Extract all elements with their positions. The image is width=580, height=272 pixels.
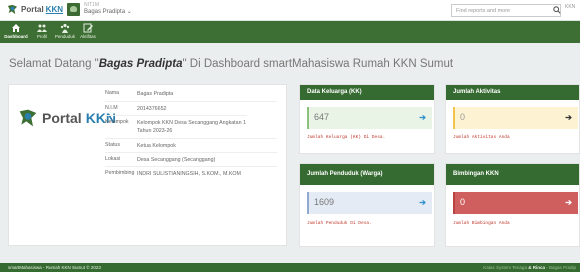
profile-value: 2014376652 xyxy=(137,106,167,112)
stat-bimbingan-title: Bimbingan KKN xyxy=(446,164,579,185)
avatar[interactable] xyxy=(67,3,80,16)
footer-credit: Katas System Tenaga & Rinca - Bagas Prad… xyxy=(483,265,576,270)
arrow-right-icon[interactable]: ➔ xyxy=(565,113,572,122)
profile-label: N.I.M xyxy=(105,105,118,111)
profile-row: Status Ketua Kelompok xyxy=(105,138,277,150)
footer: smartMahasiswa - Rumah KKN Sumut © 2023 … xyxy=(0,263,580,272)
profile-value: INDRI SULISTIANINGSIH, S.KOM., M.KOM xyxy=(137,171,241,177)
profile-row: Lokasi Desa Secanggang (Secanggang) xyxy=(105,152,277,164)
stat-keluarga-title: Data Keluarga (KK) xyxy=(300,85,434,100)
user-role: NIT1M xyxy=(84,2,99,8)
users-icon xyxy=(37,24,47,32)
stat-penduduk-value-box[interactable]: 1609 ➔ xyxy=(307,192,432,214)
profile-row: Nama Bagas Pradipta xyxy=(105,90,277,98)
nav-aktifitas[interactable]: Aktifitas xyxy=(77,21,99,43)
profile-value: Bagas Pradipta xyxy=(137,91,174,97)
logo-mark-icon xyxy=(7,4,18,15)
footer-copyright: smartMahasiswa - Rumah KKN Sumut © 2023 xyxy=(8,265,101,270)
stat-penduduk-title: Jumlah Penduduk (Warga) xyxy=(300,164,434,185)
footer-credit-suffix: - Bagas Pradip xyxy=(544,265,576,270)
nav-aktifitas-label: Aktifitas xyxy=(80,34,96,39)
footer-credit-prefix: Katas System Tenaga xyxy=(483,265,529,270)
stat-keluarga-card: Data Keluarga (KK) 647 ➔ Jumlah Keluarga… xyxy=(299,84,435,154)
profile-value: Kelompok KKN Desa Secanggang Angkatan 1 … xyxy=(137,120,246,134)
footer-credit-bold: & Rinca xyxy=(528,265,545,270)
stat-aktivitas-title: Jumlah Aktivitas xyxy=(446,85,579,100)
welcome-suffix: " Di Dashboard smartMahasiswa Rumah KKN … xyxy=(182,58,454,70)
profile-value: Ketua Kelompok xyxy=(137,143,176,149)
user-menu[interactable]: NIT1M Bagas Pradipta ⌄ xyxy=(84,2,132,16)
stat-penduduk-note: Jumlah Penduduk Di Desa. xyxy=(307,221,372,226)
edit-icon xyxy=(83,23,93,33)
stat-keluarga-value-box[interactable]: 647 ➔ xyxy=(307,107,432,129)
profile-brand-text: Portal xyxy=(42,110,82,126)
page-title: Selamat Datang "Bagas Pradipta" Di Dashb… xyxy=(9,58,453,70)
profile-row: Pembimbing INDRI SULISTIANINGSIH, S.KOM.… xyxy=(105,166,277,178)
people-icon xyxy=(60,23,70,33)
stat-penduduk-card: Jumlah Penduduk (Warga) 1609 ➔ Jumlah Pe… xyxy=(299,163,435,247)
profile-label: Kelompok xyxy=(105,119,129,125)
overflow-text: KKN xyxy=(565,4,576,10)
stat-bimbingan-value-box[interactable]: 0 ➔ xyxy=(453,192,578,214)
stat-keluarga-note: Jumlah Keluarga (KK) Di Desa. xyxy=(307,135,386,140)
profile-value: Desa Secanggang (Secanggang) xyxy=(137,157,216,163)
profile-row: Kelompok Kelompok KKN Desa Secanggang An… xyxy=(105,115,247,135)
brand-accent: KKN xyxy=(45,5,64,14)
portal-logo[interactable]: Portal KKN xyxy=(7,4,63,15)
profile-row: N.I.M 2014376652 xyxy=(105,101,277,113)
nav-dashboard-label: Dashboard xyxy=(4,34,28,39)
user-name: Bagas Pradipta ⌄ xyxy=(84,9,132,15)
stat-aktivitas-note: Jumlah Aktivitas Anda xyxy=(453,135,510,140)
stat-bimbingan-card: Bimbingan KKN 0 ➔ Jumlah Bimbingan Anda xyxy=(445,163,580,247)
stat-bimbingan-note: Jumlah Bimbingan Anda xyxy=(453,221,510,226)
main-nav: Dashboard Profil Penduduk Aktifitas xyxy=(0,21,580,43)
nav-penduduk[interactable]: Penduduk xyxy=(54,21,76,43)
nav-profil[interactable]: Profil xyxy=(31,21,53,43)
home-icon xyxy=(12,24,20,32)
nav-dashboard[interactable]: Dashboard xyxy=(2,21,30,43)
arrow-right-icon[interactable]: ➔ xyxy=(565,198,572,207)
arrow-right-icon[interactable]: ➔ xyxy=(419,198,426,207)
stat-aktivitas-card: Jumlah Aktivitas 0 ➔ Jumlah Aktivitas An… xyxy=(445,84,580,154)
nav-penduduk-label: Penduduk xyxy=(54,34,76,39)
welcome-name: Bagas Pradipta xyxy=(98,58,183,70)
profile-logo: Portal KKN xyxy=(18,108,116,128)
brand-text: Portal xyxy=(21,5,44,14)
stat-bimbingan-value: 0 xyxy=(460,197,466,207)
top-bar: Portal KKN NIT1M Bagas Pradipta ⌄ Find r… xyxy=(0,0,580,21)
arrow-right-icon[interactable]: ➔ xyxy=(419,113,426,122)
stat-aktivitas-value: 0 xyxy=(460,112,466,122)
logo-mark-icon xyxy=(19,109,37,127)
search-input[interactable]: Find reports and more xyxy=(451,4,561,17)
search-button[interactable] xyxy=(551,4,562,17)
stat-penduduk-value: 1609 xyxy=(314,197,335,207)
search-icon xyxy=(552,6,561,14)
stat-keluarga-value: 647 xyxy=(314,112,330,122)
profile-label: Nama xyxy=(105,90,120,96)
stat-aktivitas-value-box[interactable]: 0 ➔ xyxy=(453,107,578,129)
profile-label: Lokasi xyxy=(105,156,121,162)
profile-label: Pembimbing xyxy=(105,170,135,176)
nav-profil-label: Profil xyxy=(36,34,48,39)
profile-label: Status xyxy=(105,142,121,148)
welcome-prefix: Selamat Datang " xyxy=(9,58,99,70)
